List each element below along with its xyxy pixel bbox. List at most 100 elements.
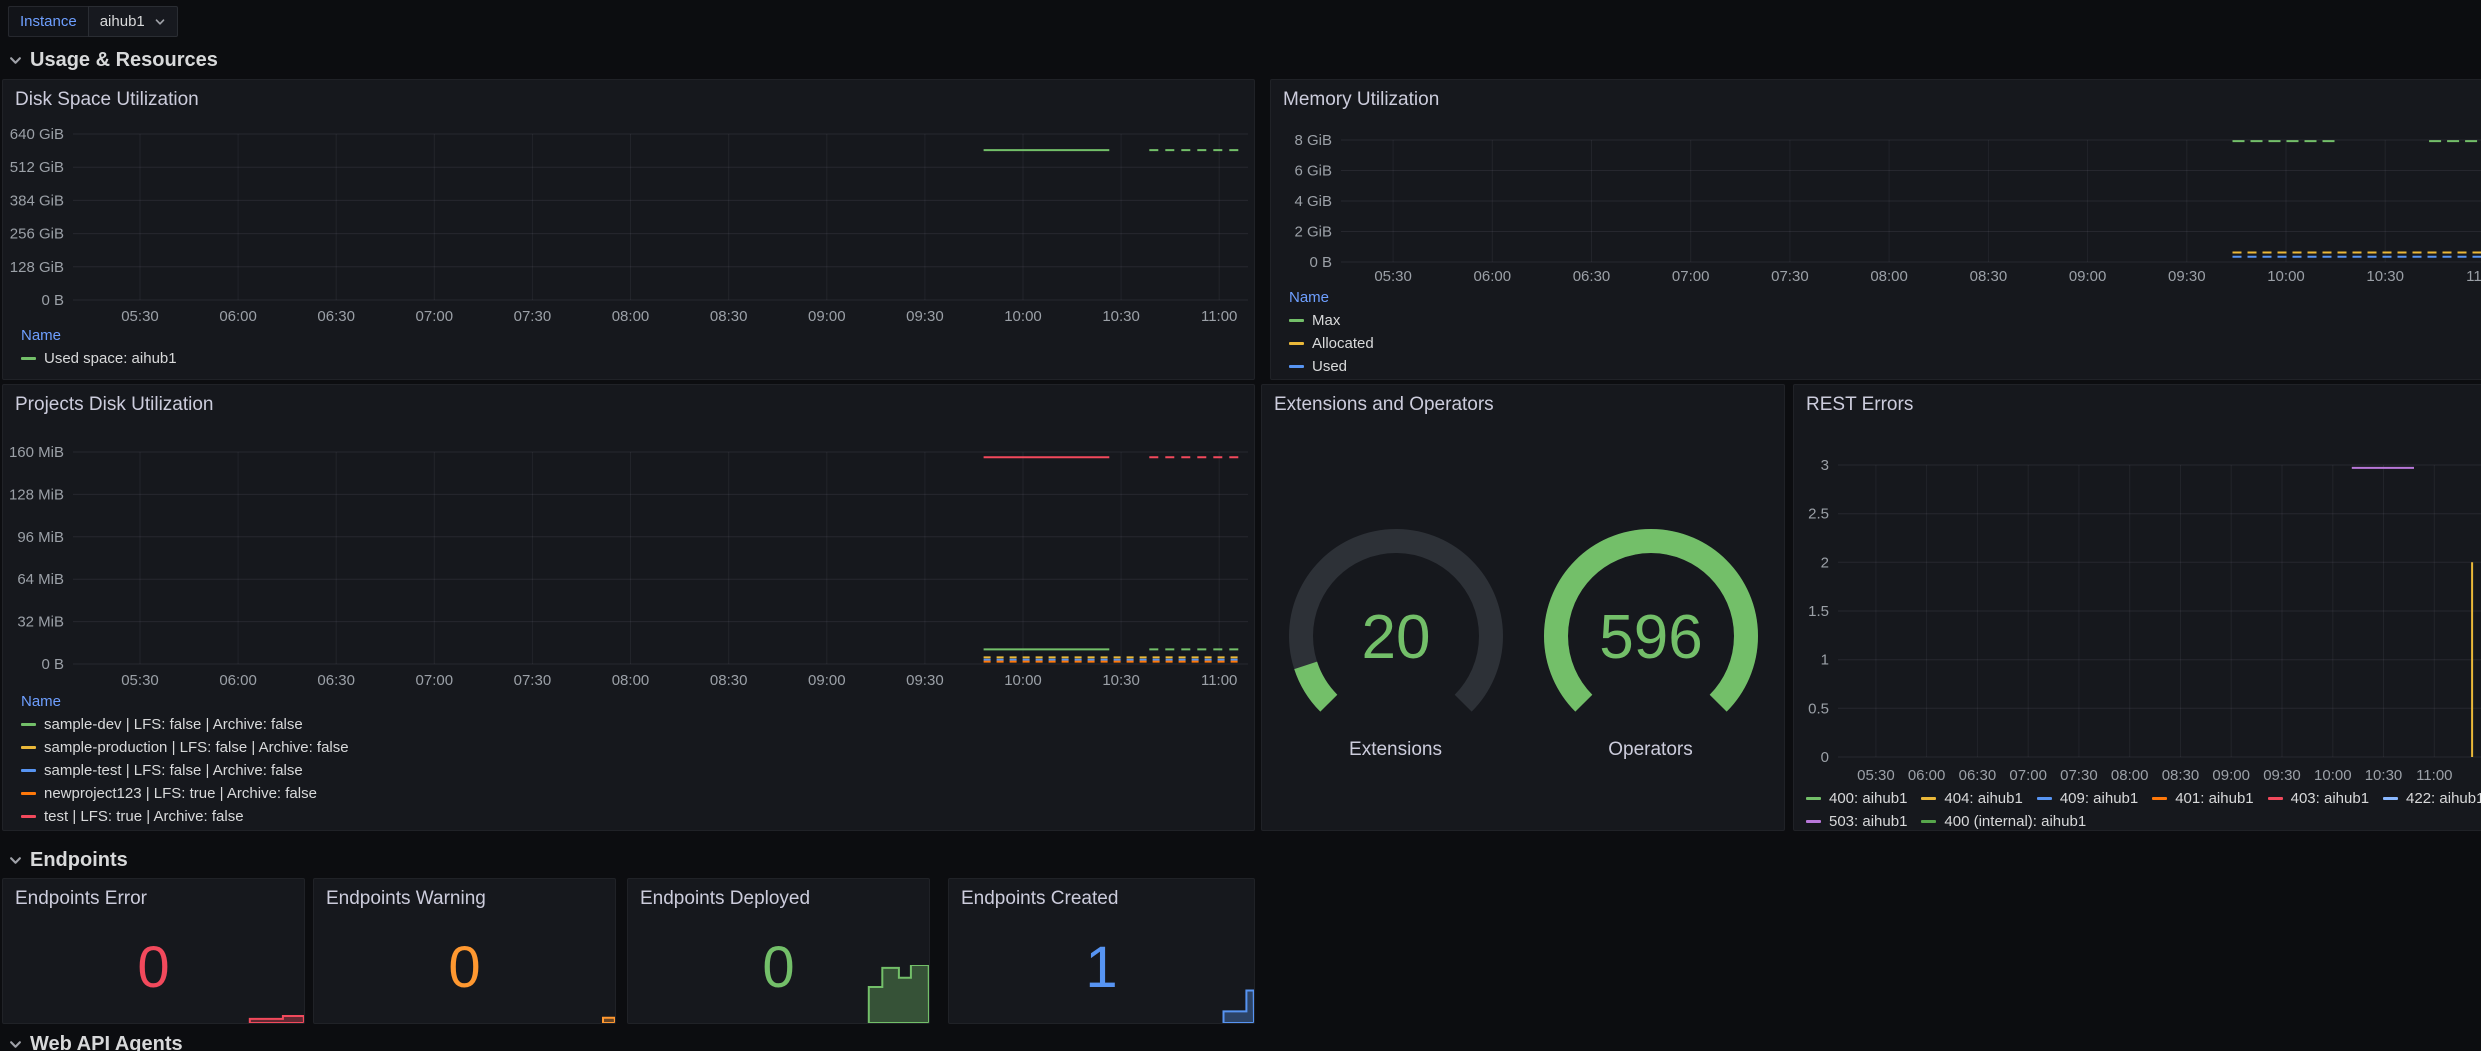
panel-title[interactable]: Projects Disk Utilization bbox=[15, 394, 214, 416]
disk-space-chart[interactable]: 640 GiB512 GiB384 GiB256 GiB128 GiB0 B05… bbox=[3, 80, 1254, 337]
panel-title[interactable]: Endpoints Deployed bbox=[640, 888, 810, 910]
svg-text:64 MiB: 64 MiB bbox=[17, 571, 64, 588]
instance-variable-dropdown[interactable]: aihub1 bbox=[88, 6, 178, 37]
legend-label: 400 (internal): aihub1 bbox=[1944, 811, 2086, 831]
chevron-down-icon bbox=[8, 853, 23, 868]
legend-item[interactable]: 401: aihub1 bbox=[2152, 788, 2253, 808]
panel-projects-disk-utilization: Projects Disk Utilization 160 MiB 128 MiB… bbox=[2, 384, 1255, 831]
panel-title[interactable]: Endpoints Created bbox=[961, 888, 1118, 910]
memory-chart[interactable]: 8 GiB6 GiB4 GiB2 GiB0 B05:3006:0006:3007… bbox=[1271, 80, 2481, 297]
svg-text:10:30: 10:30 bbox=[1102, 308, 1140, 325]
legend-item[interactable]: Used space: aihub1 bbox=[21, 347, 177, 370]
svg-text:11:00: 11:00 bbox=[2466, 268, 2481, 285]
svg-text:10:00: 10:00 bbox=[2267, 268, 2305, 285]
legend-color-swatch bbox=[1921, 797, 1936, 800]
legend-label: 422: aihub1 bbox=[2406, 788, 2481, 808]
svg-text:08:00: 08:00 bbox=[2111, 767, 2149, 784]
panel-title[interactable]: Disk Space Utilization bbox=[15, 89, 199, 111]
legend-label: Allocated bbox=[1312, 335, 1374, 352]
chart-legend: Name sample-dev | LFS: false | Archive: … bbox=[21, 690, 349, 828]
legend-color-swatch bbox=[1806, 797, 1821, 800]
legend-color-swatch bbox=[21, 769, 36, 772]
legend-color-swatch bbox=[2383, 797, 2398, 800]
legend-item[interactable]: 409: aihub1 bbox=[2037, 788, 2138, 808]
svg-text:06:00: 06:00 bbox=[219, 308, 257, 325]
panel-title[interactable]: Endpoints Error bbox=[15, 888, 147, 910]
panel-disk-space-utilization: Disk Space Utilization 640 GiB 512 GiB 384… bbox=[2, 79, 1255, 380]
legend-label: 403: aihub1 bbox=[2291, 788, 2369, 808]
chart-legend-row-2: 503: aihub1 400 (internal): aihub1 bbox=[1806, 808, 2481, 830]
legend-header-name[interactable]: Name bbox=[21, 324, 177, 347]
legend-header-name[interactable]: Name bbox=[21, 690, 349, 713]
svg-text:640 GiB: 640 GiB bbox=[10, 126, 64, 143]
svg-text:2.5: 2.5 bbox=[1808, 506, 1829, 523]
svg-text:0.5: 0.5 bbox=[1808, 700, 1829, 717]
legend-header-name[interactable]: Name bbox=[1289, 286, 1374, 309]
legend-color-swatch bbox=[1921, 820, 1936, 823]
svg-text:05:30: 05:30 bbox=[1374, 268, 1412, 285]
operators-gauge: 596 Operators bbox=[1536, 516, 1766, 761]
legend-label: newproject123 | LFS: true | Archive: fal… bbox=[44, 785, 317, 802]
instance-variable-label: Instance bbox=[8, 6, 88, 37]
legend-item[interactable]: sample-production | LFS: false | Archive… bbox=[21, 736, 349, 759]
svg-text:09:00: 09:00 bbox=[808, 308, 846, 325]
legend-item[interactable]: Allocated bbox=[1289, 332, 1374, 355]
legend-items: Used space: aihub1 bbox=[21, 347, 177, 370]
dashboard-controls: Instance aihub1 bbox=[0, 0, 2481, 43]
panel-title[interactable]: Endpoints Warning bbox=[326, 888, 486, 910]
svg-text:05:30: 05:30 bbox=[1857, 767, 1895, 784]
chart-legend: Name Used space: aihub1 bbox=[21, 324, 177, 370]
svg-text:05:30: 05:30 bbox=[121, 308, 159, 325]
svg-text:596: 596 bbox=[1599, 603, 1702, 672]
svg-text:08:30: 08:30 bbox=[2162, 767, 2200, 784]
operators-gauge-arc: 596 bbox=[1536, 516, 1766, 753]
legend-item[interactable]: 403: aihub1 bbox=[2268, 788, 2369, 808]
legend-label: 409: aihub1 bbox=[2060, 788, 2138, 808]
chevron-down-icon bbox=[8, 1037, 23, 1051]
svg-text:3: 3 bbox=[1821, 457, 1829, 474]
legend-color-swatch bbox=[21, 723, 36, 726]
svg-text:160 MiB: 160 MiB bbox=[9, 444, 64, 461]
legend-label: 404: aihub1 bbox=[1944, 788, 2022, 808]
svg-text:512 GiB: 512 GiB bbox=[10, 159, 64, 176]
legend-item[interactable]: 422: aihub1 bbox=[2383, 788, 2481, 808]
panel-title[interactable]: REST Errors bbox=[1806, 394, 1913, 416]
stat-value: 1 bbox=[949, 939, 1254, 997]
legend-color-swatch bbox=[21, 792, 36, 795]
legend-item[interactable]: 503: aihub1 bbox=[1806, 811, 1907, 831]
legend-item[interactable]: sample-test | LFS: false | Archive: fals… bbox=[21, 759, 349, 782]
svg-text:10:00: 10:00 bbox=[1004, 672, 1042, 689]
rest-errors-chart[interactable]: 32.521.510.5005:3006:0006:3007:0007:3008… bbox=[1794, 385, 2481, 796]
legend-items: sample-dev | LFS: false | Archive: false… bbox=[21, 713, 349, 828]
svg-text:384 GiB: 384 GiB bbox=[10, 192, 64, 209]
svg-text:07:00: 07:00 bbox=[2009, 767, 2047, 784]
svg-text:06:00: 06:00 bbox=[219, 672, 257, 689]
legend-color-swatch bbox=[1289, 342, 1304, 345]
legend-item[interactable]: Max bbox=[1289, 309, 1374, 332]
panel-title[interactable]: Memory Utilization bbox=[1283, 89, 1439, 111]
projects-disk-chart[interactable]: 160 MiB128 MiB96 MiB64 MiB32 MiB0 B05:30… bbox=[3, 385, 1254, 702]
svg-text:09:00: 09:00 bbox=[2069, 268, 2107, 285]
panel-title[interactable]: Extensions and Operators bbox=[1274, 394, 1494, 416]
svg-text:08:30: 08:30 bbox=[710, 308, 748, 325]
svg-text:08:00: 08:00 bbox=[1870, 268, 1908, 285]
section-header-endpoints[interactable]: Endpoints bbox=[8, 848, 128, 872]
legend-item[interactable]: newproject123 | LFS: true | Archive: fal… bbox=[21, 782, 349, 805]
legend-item[interactable]: 404: aihub1 bbox=[1921, 788, 2022, 808]
legend-item[interactable]: sample-dev | LFS: false | Archive: false bbox=[21, 713, 349, 736]
svg-text:07:00: 07:00 bbox=[416, 672, 454, 689]
legend-color-swatch bbox=[2037, 797, 2052, 800]
legend-item[interactable]: 400 (internal): aihub1 bbox=[1921, 811, 2086, 831]
legend-item[interactable]: 400: aihub1 bbox=[1806, 788, 1907, 808]
svg-text:32 MiB: 32 MiB bbox=[17, 614, 64, 631]
svg-text:128 MiB: 128 MiB bbox=[9, 486, 64, 503]
legend-color-swatch bbox=[1289, 319, 1304, 322]
legend-item[interactable]: test | LFS: true | Archive: false bbox=[21, 805, 349, 828]
section-header-web-api-agents[interactable]: Web API Agents bbox=[8, 1032, 183, 1051]
svg-text:11:00: 11:00 bbox=[2416, 767, 2452, 784]
svg-text:07:30: 07:30 bbox=[2060, 767, 2098, 784]
section-header-usage-resources[interactable]: Usage & Resources bbox=[8, 48, 218, 72]
legend-item[interactable]: Used bbox=[1289, 355, 1374, 378]
svg-text:09:30: 09:30 bbox=[906, 308, 944, 325]
panel-endpoints-created: Endpoints Created 1 bbox=[948, 878, 1255, 1024]
